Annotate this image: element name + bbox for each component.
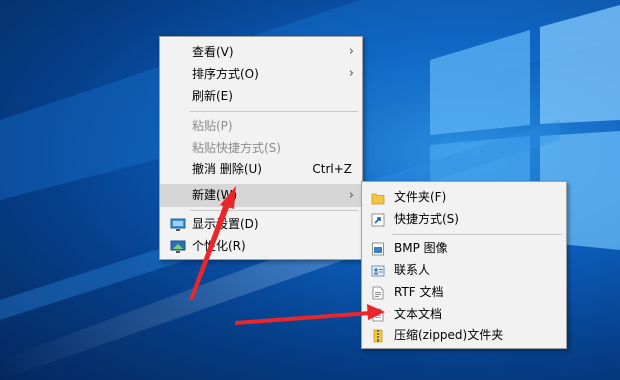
submenu-item-text-document[interactable]: 文本文档 — [362, 303, 566, 325]
menu-item-view[interactable]: 查看(V) › — [160, 41, 362, 63]
display-settings-icon — [170, 217, 186, 231]
chevron-right-icon: › — [348, 44, 354, 59]
chevron-right-icon: › — [348, 188, 354, 203]
submenu-item-rtf-document[interactable]: RTF 文档 — [362, 281, 566, 303]
menu-item-personalize[interactable]: 个性化(R) — [160, 235, 362, 257]
submenu-item-bmp-image[interactable]: BMP 图像 — [362, 237, 566, 259]
menu-separator — [190, 210, 358, 211]
contact-icon — [371, 263, 385, 277]
menu-item-new[interactable]: 新建(W) › — [160, 184, 362, 207]
submenu-item-shortcut[interactable]: 快捷方式(S) — [362, 208, 566, 230]
submenu-item-folder[interactable]: 文件夹(F) — [362, 186, 566, 208]
submenu-item-zip-folder[interactable]: 压缩(zipped)文件夹 — [362, 324, 566, 346]
new-submenu: 文件夹(F) 快捷方式(S) BMP 图像 联系人 RTF 文档 文本文档 压缩… — [361, 181, 567, 349]
menu-item-sort-by[interactable]: 排序方式(O) › — [160, 63, 362, 85]
bmp-image-icon — [371, 241, 385, 256]
folder-icon — [371, 190, 385, 205]
desktop-context-menu: 查看(V) › 排序方式(O) › 刷新(E) 粘贴(P) 粘贴快捷方式(S) … — [159, 36, 363, 260]
menu-separator — [190, 111, 358, 112]
menu-item-display-settings[interactable]: 显示设置(D) — [160, 213, 362, 235]
shortcut-text: Ctrl+Z — [312, 162, 352, 176]
text-document-icon — [371, 307, 385, 322]
menu-item-paste[interactable]: 粘贴(P) — [160, 115, 362, 137]
menu-item-paste-shortcut[interactable]: 粘贴快捷方式(S) — [160, 137, 362, 159]
submenu-item-contact[interactable]: 联系人 — [362, 259, 566, 281]
menu-item-refresh[interactable]: 刷新(E) — [160, 85, 362, 107]
menu-separator — [392, 234, 562, 235]
personalize-icon — [170, 239, 186, 253]
zip-folder-icon — [371, 328, 385, 343]
menu-item-undo-delete[interactable]: 撤消 删除(U) Ctrl+Z — [160, 158, 362, 180]
rtf-document-icon — [371, 285, 385, 300]
shortcut-icon — [371, 212, 385, 227]
chevron-right-icon: › — [348, 66, 354, 81]
